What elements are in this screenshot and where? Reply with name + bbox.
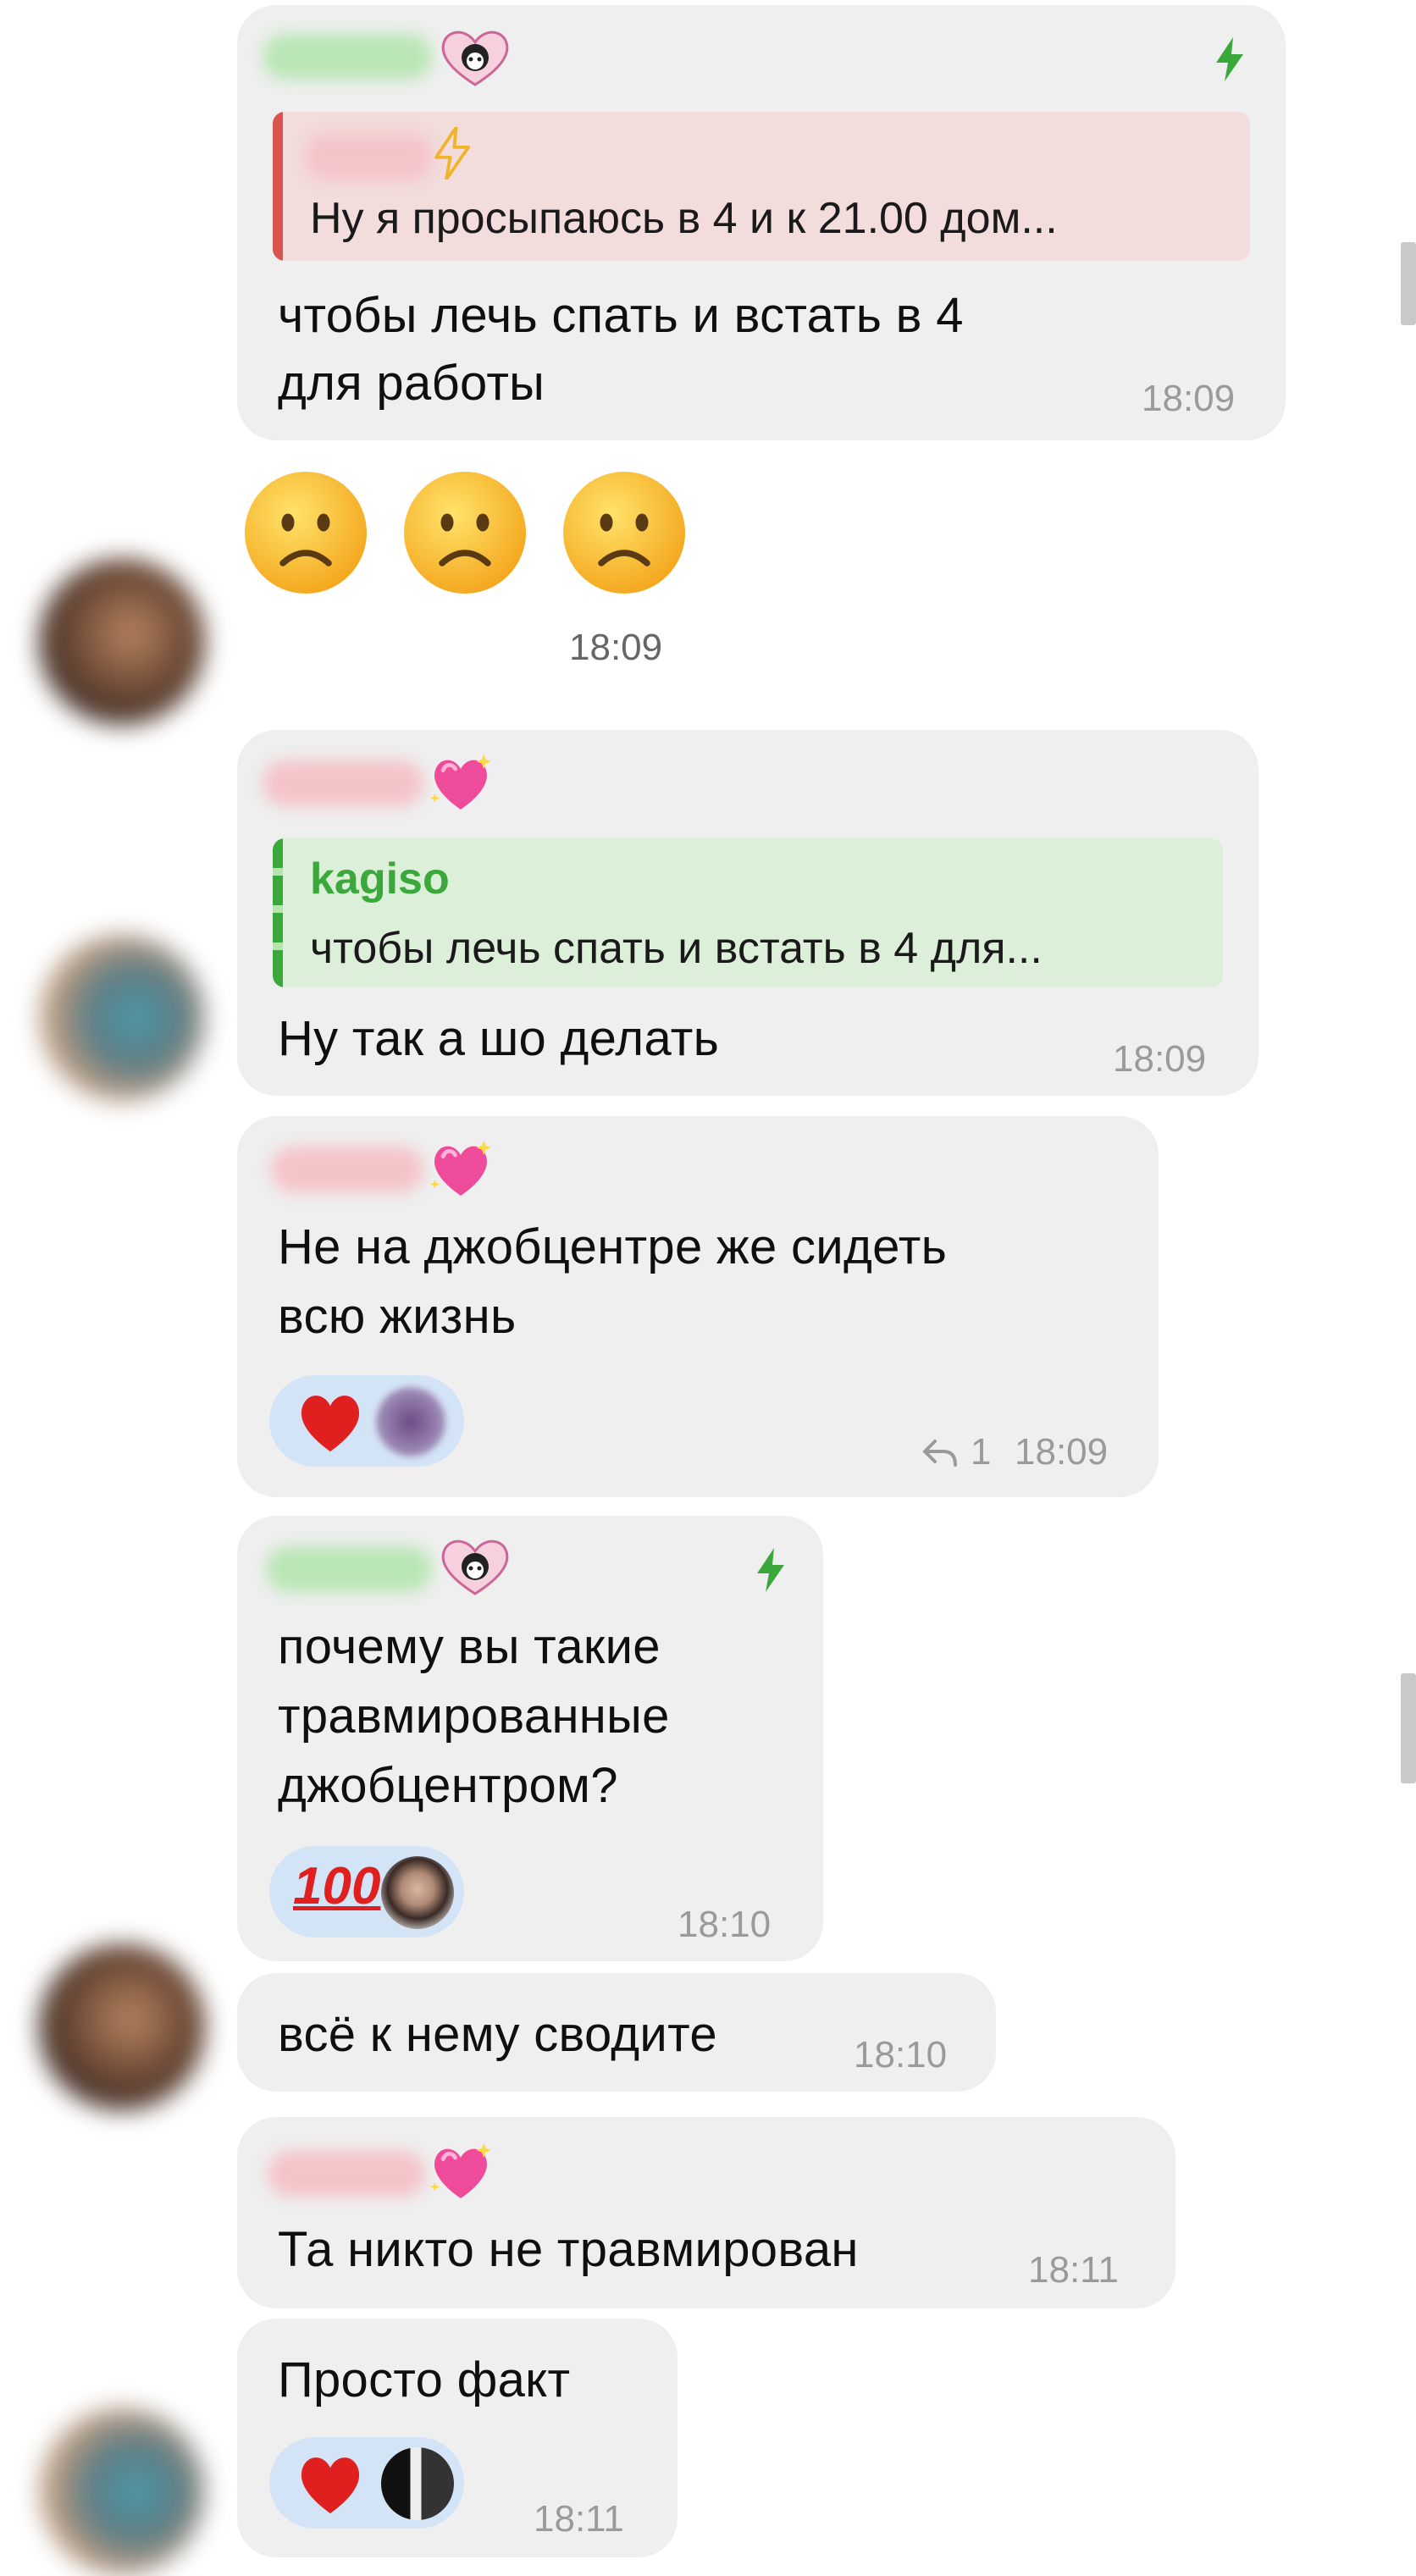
message-text: Ну так а шо делать <box>278 1011 720 1066</box>
message-text: Не на джобцентре же сидеть <box>278 1219 948 1274</box>
sender-name[interactable] <box>263 34 432 80</box>
avatar[interactable] <box>39 559 205 725</box>
quote-text: чтобы лечь спать и встать в 4 для... <box>310 924 1043 973</box>
message-time: 18:09 <box>1113 1038 1207 1080</box>
sparkling-heart-icon <box>430 1140 491 1196</box>
avatar[interactable] <box>39 2408 205 2574</box>
sparkling-heart-icon <box>430 754 491 810</box>
reactor-avatar <box>376 1387 445 1457</box>
scrollbar-marker <box>1401 1673 1416 1783</box>
message-time: 18:10 <box>678 1904 772 1945</box>
quote-text: Ну я просыпаюсь в 4 и к 21.00 дом... <box>310 194 1058 243</box>
message-text: Та никто не травмирован <box>278 2222 859 2277</box>
avatar[interactable] <box>39 1944 205 2110</box>
lightning-icon <box>434 127 470 180</box>
message-time: 18:11 <box>1028 2249 1119 2291</box>
message-text: для работы <box>278 356 545 411</box>
sparkling-heart-icon <box>430 2142 491 2198</box>
message-text: всё к нему сводите <box>278 2007 717 2062</box>
message-time: 18:11 <box>534 2498 624 2540</box>
reactor-avatar <box>381 2447 454 2520</box>
message-text: джобцентром? <box>278 1758 618 1813</box>
kuromi-badge-icon <box>441 1540 509 1595</box>
message-time: 18:10 <box>854 2034 948 2076</box>
sender-name[interactable] <box>271 1147 423 1192</box>
lightning-icon <box>1216 37 1243 81</box>
kuromi-badge-icon <box>441 30 509 86</box>
avatar[interactable] <box>39 935 205 1101</box>
message-time: 18:09 <box>1015 1431 1109 1473</box>
message-text: травмированные <box>278 1689 670 1744</box>
reactor-avatar <box>381 1856 454 1929</box>
frowning-face-icon <box>563 472 685 594</box>
hundred-points-icon: 100 <box>293 1857 381 1915</box>
quote-author: kagiso <box>310 854 450 904</box>
frowning-face-icon <box>245 472 367 594</box>
red-heart-icon <box>301 2457 360 2514</box>
message-text: почему вы такие <box>278 1619 661 1674</box>
message-text: Просто факт <box>278 2352 571 2407</box>
message-time: 18:09 <box>569 627 663 668</box>
quote-author <box>305 134 432 180</box>
sender-name[interactable] <box>268 2151 425 2197</box>
reply-count[interactable]: 1 <box>971 1431 991 1473</box>
message-time: 18:09 <box>1142 378 1236 419</box>
reply-arrow-icon <box>923 1440 957 1467</box>
message-text: всю жизнь <box>278 1289 517 1344</box>
scrollbar-marker <box>1401 242 1416 325</box>
sender-name[interactable] <box>266 1546 432 1592</box>
frowning-face-icon <box>404 472 526 594</box>
lightning-icon <box>757 1548 784 1592</box>
sender-name[interactable] <box>263 760 423 806</box>
red-heart-icon <box>301 1396 360 1452</box>
message-text: чтобы лечь спать и встать в 4 <box>278 288 964 343</box>
